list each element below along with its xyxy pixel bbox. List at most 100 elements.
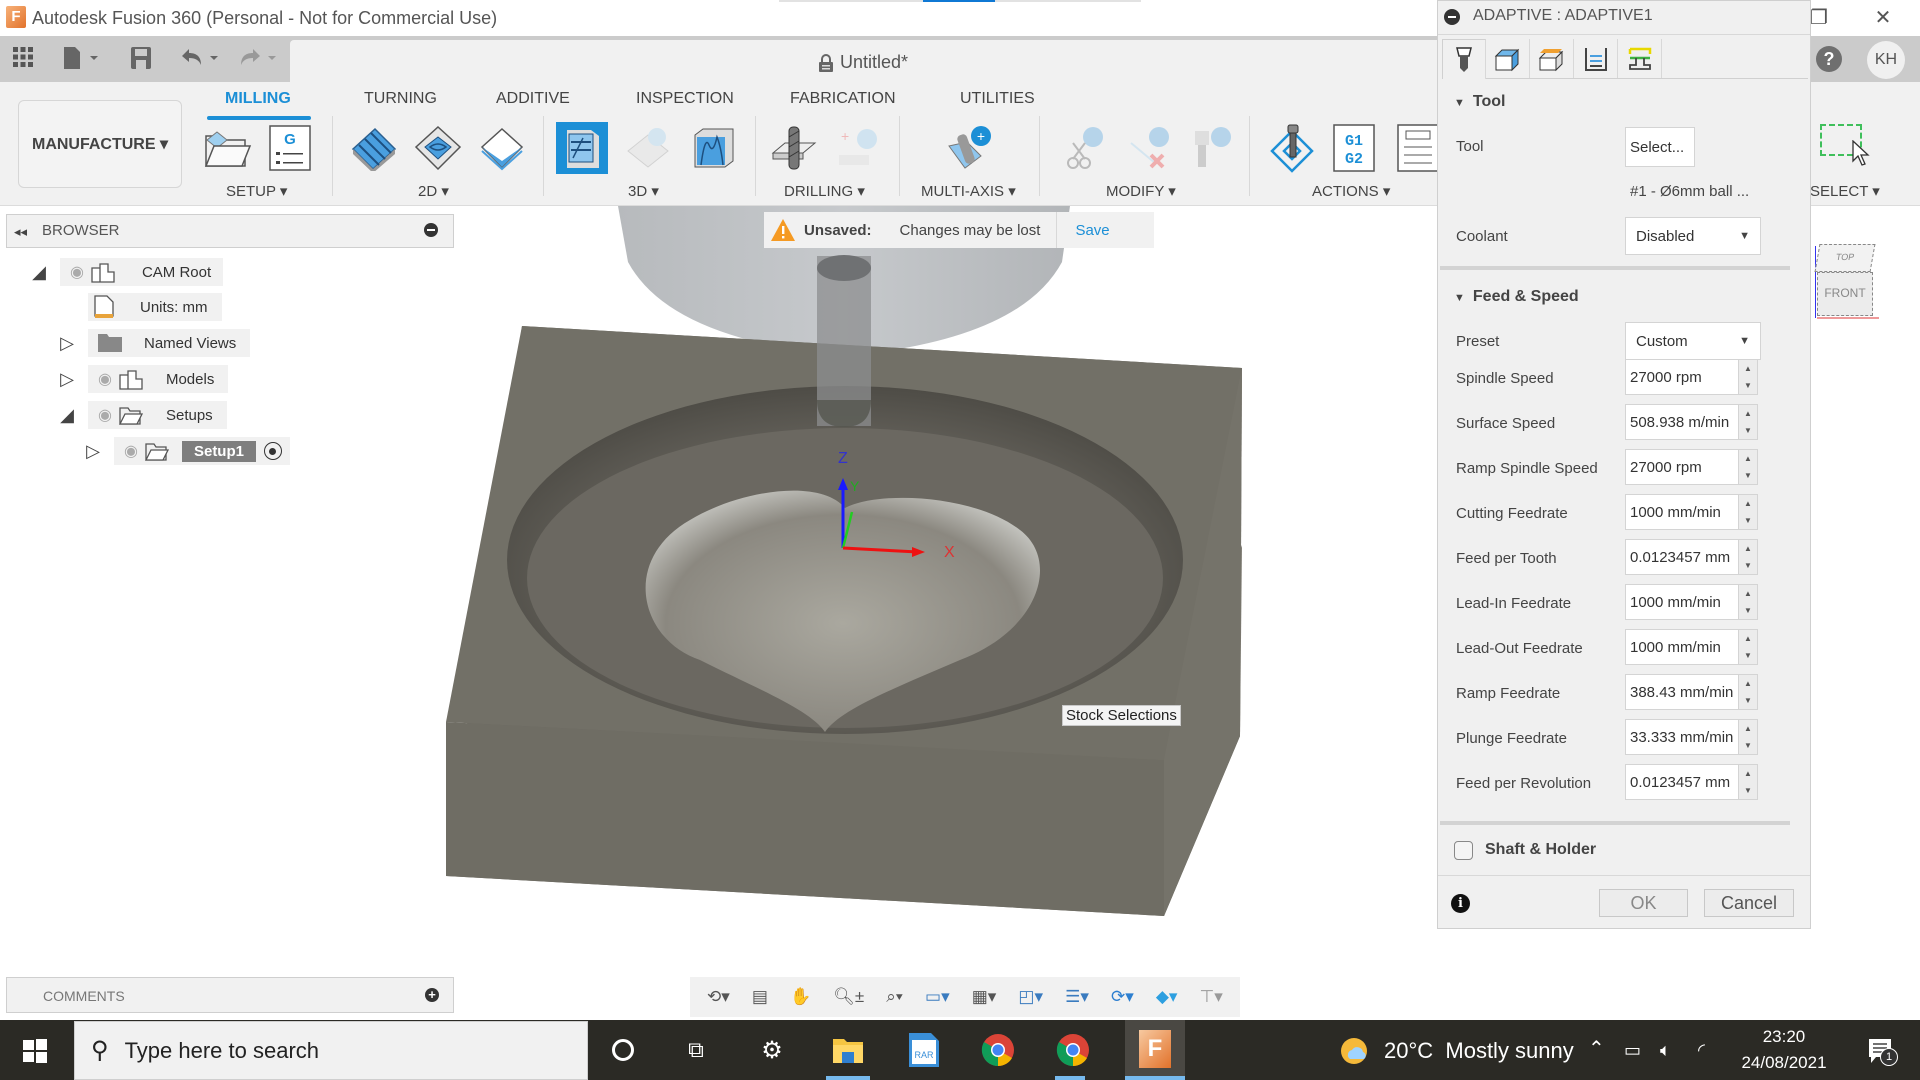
fusion-taskbar-button[interactable]: F xyxy=(1125,1020,1185,1080)
lead-out-feedrate-input[interactable]: 1000 mm/min xyxy=(1625,629,1739,665)
heights-tab[interactable] xyxy=(1530,39,1574,79)
volume-icon[interactable]: 🔈︎ xyxy=(1660,1040,1671,1061)
group-modify[interactable]: MODIFY ▾ xyxy=(1106,182,1176,200)
tree-item-models[interactable]: ▷ ◉ Models xyxy=(56,365,229,393)
decrement-arrow-icon[interactable]: ▼ xyxy=(1744,426,1752,435)
tree-item-cam-root[interactable]: ◢ ◉ CAM Root xyxy=(28,258,224,286)
expand-icon[interactable]: ▷ xyxy=(56,369,78,390)
undo-icon[interactable] xyxy=(178,46,222,76)
decrement-arrow-icon[interactable]: ▼ xyxy=(1744,741,1752,750)
increment-arrow-icon[interactable]: ▲ xyxy=(1744,409,1752,418)
coolant-select[interactable]: Disabled ▼ xyxy=(1625,217,1761,255)
clock-time[interactable]: 23:20 xyxy=(1736,1027,1832,1047)
orbit-icon[interactable]: ⟲▾ xyxy=(707,987,730,1007)
increment-arrow-icon[interactable]: ▲ xyxy=(1744,454,1752,463)
tab-inspection[interactable]: INSPECTION xyxy=(636,90,734,108)
chrome-icon[interactable] xyxy=(978,1030,1018,1070)
cutting-feedrate-stepper[interactable]: ▲ ▼ xyxy=(1739,494,1758,530)
zoom-icon[interactable]: 🔍︎± xyxy=(833,987,864,1007)
visibility-eye-icon[interactable]: ◉ xyxy=(98,369,112,389)
decrement-arrow-icon[interactable]: ▼ xyxy=(1744,471,1752,480)
tree-item-units[interactable]: Units: mm xyxy=(88,293,222,321)
2d-pocket-icon[interactable] xyxy=(412,122,464,174)
workspace-switcher[interactable]: MANUFACTURE ▾ xyxy=(18,100,182,188)
look-at-icon[interactable]: ▤ xyxy=(752,987,768,1007)
plunge-feedrate-input[interactable]: 33.333 mm/min xyxy=(1625,719,1739,755)
weather-icon[interactable] xyxy=(1340,1037,1372,1070)
tab-turning[interactable]: TURNING xyxy=(364,90,437,108)
ramp-feedrate-input[interactable]: 388.43 mm/min xyxy=(1625,674,1739,710)
decrement-arrow-icon[interactable]: ▼ xyxy=(1744,381,1752,390)
viewcube-top[interactable]: TOP xyxy=(1814,244,1876,272)
surface-speed-input[interactable]: 508.938 m/min xyxy=(1625,404,1739,440)
3d-adaptive-clearing-icon[interactable] xyxy=(556,122,608,174)
increment-arrow-icon[interactable]: ▲ xyxy=(1744,499,1752,508)
spindle-speed-stepper[interactable]: ▲ ▼ xyxy=(1739,359,1758,395)
tree-item-setups[interactable]: ◢ ◉ Setups xyxy=(56,401,227,429)
increment-arrow-icon[interactable]: ▲ xyxy=(1744,589,1752,598)
drill-icon[interactable] xyxy=(768,122,820,174)
group-drilling[interactable]: DRILLING ▾ xyxy=(784,182,865,200)
group-select[interactable]: SELECT ▾ xyxy=(1810,182,1880,200)
close-window-button[interactable]: ✕ xyxy=(1860,6,1906,30)
app-grid-icon[interactable] xyxy=(12,46,34,74)
panel-minimize-icon[interactable] xyxy=(1444,9,1460,25)
decrement-arrow-icon[interactable]: ▼ xyxy=(1744,651,1752,660)
tab-additive[interactable]: ADDITIVE xyxy=(496,90,570,108)
lead-in-feedrate-stepper[interactable]: ▲ ▼ xyxy=(1739,584,1758,620)
settings-gear-icon[interactable]: ⚙ xyxy=(752,1030,792,1070)
file-explorer-icon[interactable] xyxy=(828,1030,868,1070)
group-setup[interactable]: SETUP ▾ xyxy=(226,182,287,200)
linking-tab[interactable] xyxy=(1618,39,1662,79)
increment-arrow-icon[interactable]: ▲ xyxy=(1744,679,1752,688)
start-button[interactable] xyxy=(22,1038,48,1069)
increment-arrow-icon[interactable]: ▲ xyxy=(1744,544,1752,553)
tool-display-icon[interactable]: ⊤▾ xyxy=(1200,987,1223,1007)
ramp-spindle-speed-input[interactable]: 27000 rpm xyxy=(1625,449,1739,485)
tab-fabrication[interactable]: FABRICATION xyxy=(790,90,896,108)
viewcube[interactable]: TOP FRONT xyxy=(1811,240,1881,328)
feed-per-tooth-stepper[interactable]: ▲ ▼ xyxy=(1739,539,1758,575)
tab-utilities[interactable]: UTILITIES xyxy=(960,90,1035,108)
shaft-holder-checkbox[interactable] xyxy=(1454,841,1473,860)
save-link[interactable]: Save xyxy=(1075,222,1109,239)
wifi-icon[interactable]: ◜ xyxy=(1698,1040,1705,1061)
3d-contour-icon[interactable] xyxy=(688,122,740,174)
increment-arrow-icon[interactable]: ▲ xyxy=(1744,634,1752,643)
decrement-arrow-icon[interactable]: ▼ xyxy=(1744,606,1752,615)
show-hidden-icons[interactable]: ⌃ xyxy=(1588,1036,1605,1061)
plunge-feedrate-stepper[interactable]: ▲ ▼ xyxy=(1739,719,1758,755)
multi-axis-icon[interactable]: + xyxy=(942,122,994,174)
chrome-profile-icon[interactable] xyxy=(1053,1030,1093,1070)
fit-icon[interactable]: ⌕▾ xyxy=(886,987,903,1007)
clock-date[interactable]: 24/08/2021 xyxy=(1736,1053,1832,1073)
increment-arrow-icon[interactable]: ▲ xyxy=(1744,364,1752,373)
new-setup-icon[interactable] xyxy=(202,122,254,174)
lead-out-feedrate-stepper[interactable]: ▲ ▼ xyxy=(1739,629,1758,665)
tool-section-header[interactable]: ▼ Tool xyxy=(1454,93,1505,111)
2d-adaptive-icon[interactable] xyxy=(348,122,400,174)
expand-icon[interactable]: ▷ xyxy=(56,333,78,354)
file-icon[interactable] xyxy=(62,46,102,76)
edit-tool-icon[interactable] xyxy=(1186,122,1238,174)
feed-per-tooth-input[interactable]: 0.0123457 mm xyxy=(1625,539,1739,575)
active-setup-radio-icon[interactable] xyxy=(263,442,282,460)
spindle-speed-input[interactable]: 27000 rpm xyxy=(1625,359,1739,395)
group-2d[interactable]: 2D ▾ xyxy=(418,182,449,200)
display-settings-icon[interactable]: ▭▾ xyxy=(925,987,950,1007)
feed-per-revolution-input[interactable]: 0.0123457 mm xyxy=(1625,764,1739,800)
tree-item-setup1[interactable]: ▷ ◉ Setup1 xyxy=(82,437,290,465)
passes-tab[interactable] xyxy=(1574,39,1618,79)
decrement-arrow-icon[interactable]: ▼ xyxy=(1744,516,1752,525)
expand-icon[interactable]: ▷ xyxy=(82,441,104,462)
save-icon[interactable] xyxy=(130,46,152,76)
group-3d[interactable]: 3D ▾ xyxy=(628,182,659,200)
visibility-eye-icon[interactable]: ◉ xyxy=(70,262,84,282)
ramp-feedrate-stepper[interactable]: ▲ ▼ xyxy=(1739,674,1758,710)
feed-speed-section-header[interactable]: ▼ Feed & Speed xyxy=(1454,288,1579,306)
group-actions[interactable]: ACTIONS ▾ xyxy=(1312,182,1390,200)
cancel-button[interactable]: Cancel xyxy=(1704,889,1794,917)
ok-button[interactable]: OK xyxy=(1599,889,1688,917)
user-avatar[interactable]: KH xyxy=(1867,41,1905,79)
viewcube-front[interactable]: FRONT xyxy=(1817,272,1873,316)
